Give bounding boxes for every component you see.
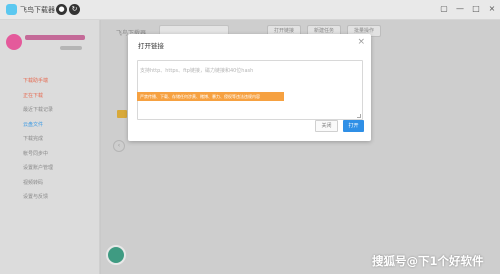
folder-icon[interactable] bbox=[117, 110, 127, 118]
sidebar-item-downloading[interactable]: 正在下载 bbox=[0, 89, 100, 104]
sidebar-item-completed[interactable]: 下载完成 bbox=[0, 132, 100, 147]
title-bar: 飞鸟下载器 ● ↻ ▢ — □ × bbox=[0, 0, 500, 20]
refresh-icon[interactable]: ↻ bbox=[69, 4, 80, 15]
cancel-button[interactable]: 关闭 bbox=[315, 120, 338, 132]
sidebar-item-settings-feedback[interactable]: 设置与反馈 bbox=[0, 190, 100, 205]
avatar[interactable] bbox=[6, 34, 22, 50]
link-input-placeholder: 支持http、https、ftp链接，磁力链接和40位hash bbox=[140, 68, 254, 74]
dialog-title: 打开链接 bbox=[138, 42, 164, 50]
open-button[interactable]: 打开 bbox=[343, 120, 364, 132]
app-logo-icon bbox=[6, 4, 17, 15]
app-title: 飞鸟下载器 bbox=[20, 6, 55, 14]
close-window-button[interactable]: × bbox=[486, 3, 498, 15]
open-link-dialog: 打开链接 × 支持http、https、ftp链接，磁力链接和40位hash 严… bbox=[128, 34, 371, 141]
restore-icon[interactable]: ▢ bbox=[438, 3, 450, 15]
sidebar-item-account-settings[interactable]: 设置账户管理 bbox=[0, 161, 100, 176]
sidebar-item-account-sync[interactable]: 帐号同步中 bbox=[0, 147, 100, 162]
user-status-placeholder bbox=[60, 46, 82, 50]
floating-action-button[interactable] bbox=[106, 245, 126, 265]
sidebar-nav: 下载助手端 正在下载 最近下载记录 云盘文件 下载完成 帐号同步中 设置账户管理… bbox=[0, 74, 100, 205]
sidebar-item-cloud-files[interactable]: 云盘文件 bbox=[0, 118, 100, 133]
profile-icon[interactable]: ● bbox=[56, 4, 67, 15]
close-icon[interactable]: × bbox=[357, 38, 365, 47]
sidebar-item-video-transcode[interactable]: 视频转码 bbox=[0, 176, 100, 191]
user-name-placeholder bbox=[25, 35, 85, 40]
watermark: 搜狐号@下1个好软件 bbox=[372, 254, 484, 268]
sidebar-item-recent[interactable]: 最近下载记录 bbox=[0, 103, 100, 118]
sidebar-item-download-helper[interactable]: 下载助手端 bbox=[0, 74, 100, 89]
minimize-button[interactable]: — bbox=[454, 3, 466, 15]
maximize-button[interactable]: □ bbox=[470, 3, 482, 15]
chevron-left-icon[interactable]: ‹ bbox=[113, 140, 125, 152]
resize-handle-icon[interactable] bbox=[357, 114, 361, 118]
sidebar: 下载助手端 正在下载 最近下载记录 云盘文件 下载完成 帐号同步中 设置账户管理… bbox=[0, 20, 100, 274]
warning-notice: 严禁传播、下载、存储任何涉黄、赌博、暴力、侵权等违法违规内容 bbox=[137, 92, 284, 101]
